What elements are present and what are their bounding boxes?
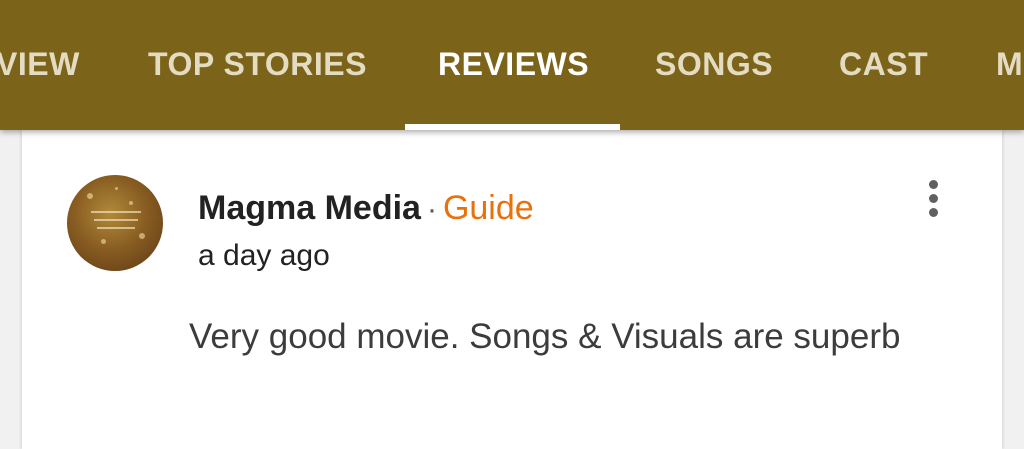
author-name[interactable]: Magma Media [198, 189, 421, 227]
separator-dot: · [426, 193, 437, 226]
avatar[interactable] [67, 175, 163, 271]
tab-reviews[interactable]: REVIEWS [438, 44, 589, 84]
tab-overview[interactable]: VIEW [0, 44, 80, 84]
tab-cast[interactable]: CAST [839, 44, 928, 84]
review-timestamp: a day ago [198, 239, 330, 272]
guide-badge: Guide [442, 189, 534, 227]
active-tab-indicator [405, 124, 620, 130]
tab-bar: VIEW TOP STORIES REVIEWS SONGS CAST M [0, 0, 1024, 130]
author-row: Magma Media · Guide [198, 186, 534, 230]
review-card: Magma Media · Guide a day ago Very good mo… [22, 130, 1002, 449]
tab-top-stories[interactable]: TOP STORIES [148, 44, 367, 84]
tab-more-cut-off[interactable]: M [996, 44, 1023, 84]
review-text: Very good movie. Songs & Visuals are sup… [189, 317, 901, 356]
tab-songs[interactable]: SONGS [655, 44, 773, 84]
more-vert-icon[interactable] [920, 176, 948, 220]
